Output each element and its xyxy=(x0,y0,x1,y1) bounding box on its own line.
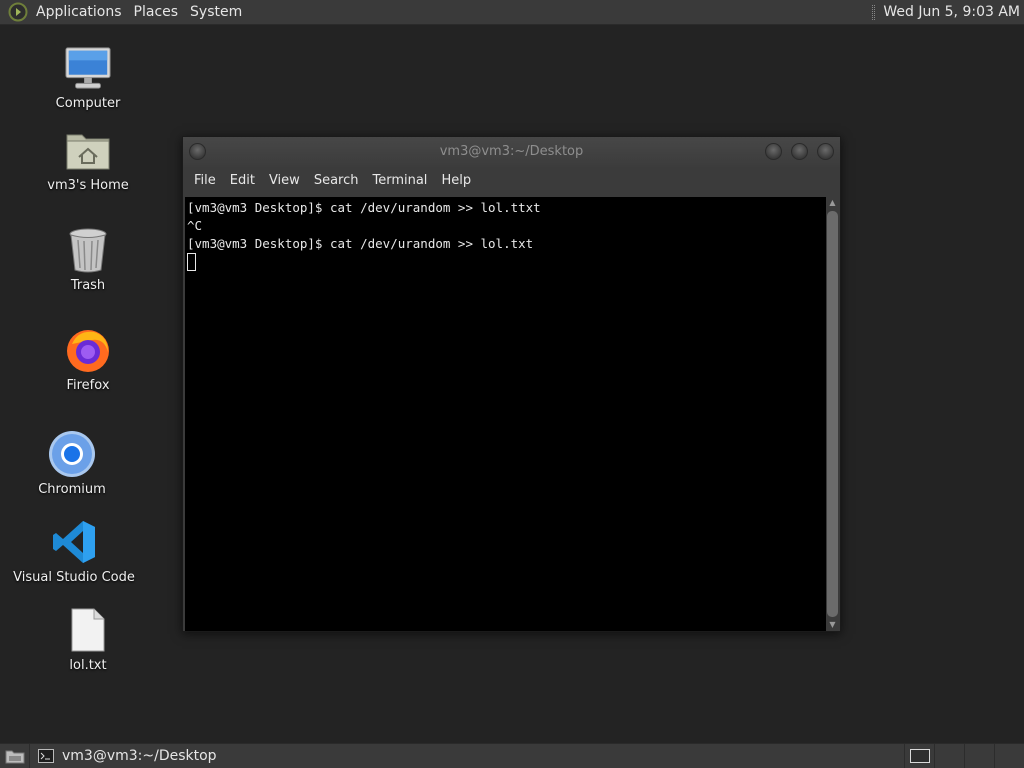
desktop-icon-label: Trash xyxy=(70,278,106,293)
menu-edit[interactable]: Edit xyxy=(223,167,262,195)
window-title: vm3@vm3:~/Desktop xyxy=(439,144,584,159)
top-panel: Applications Places System Wed Jun 5, 9:… xyxy=(0,0,1024,25)
desktop-icon-trash[interactable]: Trash xyxy=(33,226,143,293)
taskbar-item-terminal[interactable]: vm3@vm3:~/Desktop xyxy=(30,744,217,768)
desktop-icon-label: lol.txt xyxy=(69,658,107,673)
desktop-icon-chromium[interactable]: Chromium xyxy=(17,430,127,497)
terminal-icon xyxy=(38,749,54,763)
applications-logo-icon[interactable] xyxy=(8,2,28,22)
workspace-2[interactable] xyxy=(934,743,964,768)
terminal-line: [vm3@vm3 Desktop]$ cat /dev/urandom >> l… xyxy=(187,200,541,215)
terminal-cursor-line xyxy=(187,253,825,271)
firefox-icon xyxy=(64,326,112,374)
workspace-preview xyxy=(909,749,930,763)
desktop-icon-vscode[interactable]: Visual Studio Code xyxy=(13,518,135,585)
minimize-button[interactable] xyxy=(765,143,782,160)
desktop-icon-lol-txt[interactable]: lol.txt xyxy=(33,606,143,673)
desktop-icon-label: Visual Studio Code xyxy=(13,570,135,585)
terminal-line: [vm3@vm3 Desktop]$ cat /dev/urandom >> l… xyxy=(187,236,534,251)
menu-view[interactable]: View xyxy=(262,167,307,195)
scroll-up-arrow-icon[interactable]: ▲ xyxy=(826,197,839,209)
home-folder-icon xyxy=(64,126,112,174)
terminal-line: ^C xyxy=(187,218,203,233)
desktop-icon-computer[interactable]: Computer xyxy=(33,44,143,111)
trash-icon xyxy=(64,226,112,274)
terminal-output[interactable]: [vm3@vm3 Desktop]$ cat /dev/urandom >> l… xyxy=(185,197,827,631)
terminal-window[interactable]: vm3@vm3:~/Desktop File Edit View Search … xyxy=(182,136,841,632)
desktop-icon-firefox[interactable]: Firefox xyxy=(33,326,143,393)
workspace-3[interactable] xyxy=(964,743,994,768)
terminal-scrollbar[interactable]: ▲ ▼ xyxy=(826,197,839,631)
system-menu[interactable]: System xyxy=(184,0,248,25)
show-desktop-icon xyxy=(5,750,24,764)
panel-separator xyxy=(872,4,876,20)
text-cursor xyxy=(187,253,196,271)
taskbar-item-label: vm3@vm3:~/Desktop xyxy=(62,748,217,764)
bottom-panel: vm3@vm3:~/Desktop xyxy=(0,743,1024,768)
maximize-button[interactable] xyxy=(791,143,808,160)
scroll-down-arrow-icon[interactable]: ▼ xyxy=(826,619,839,631)
close-button[interactable] xyxy=(817,143,834,160)
places-menu[interactable]: Places xyxy=(128,0,185,25)
menu-help[interactable]: Help xyxy=(434,167,478,195)
desktop-icon-label: Firefox xyxy=(66,378,110,393)
desktop-icon-label: vm3's Home xyxy=(47,178,129,193)
scrollbar-thumb[interactable] xyxy=(827,211,838,617)
menu-terminal[interactable]: Terminal xyxy=(365,167,434,195)
menu-file[interactable]: File xyxy=(187,167,223,195)
terminal-titlebar[interactable]: vm3@vm3:~/Desktop xyxy=(183,137,840,167)
terminal-menubar: File Edit View Search Terminal Help xyxy=(183,167,840,195)
workspace-switcher xyxy=(904,743,1024,768)
workspace-1[interactable] xyxy=(904,743,934,768)
desktop-icon-label: Computer xyxy=(55,96,121,111)
clock[interactable]: Wed Jun 5, 9:03 AM xyxy=(883,4,1024,20)
menu-search[interactable]: Search xyxy=(307,167,366,195)
show-desktop-button[interactable] xyxy=(0,743,30,768)
applications-menu[interactable]: Applications xyxy=(30,0,128,25)
chromium-icon xyxy=(48,430,96,478)
text-file-icon xyxy=(64,606,112,654)
desktop-icon-label: Chromium xyxy=(38,482,106,497)
computer-icon xyxy=(64,44,112,92)
desktop-icon-home[interactable]: vm3's Home xyxy=(33,126,143,193)
workspace-4[interactable] xyxy=(994,743,1024,768)
vscode-icon xyxy=(50,518,98,566)
